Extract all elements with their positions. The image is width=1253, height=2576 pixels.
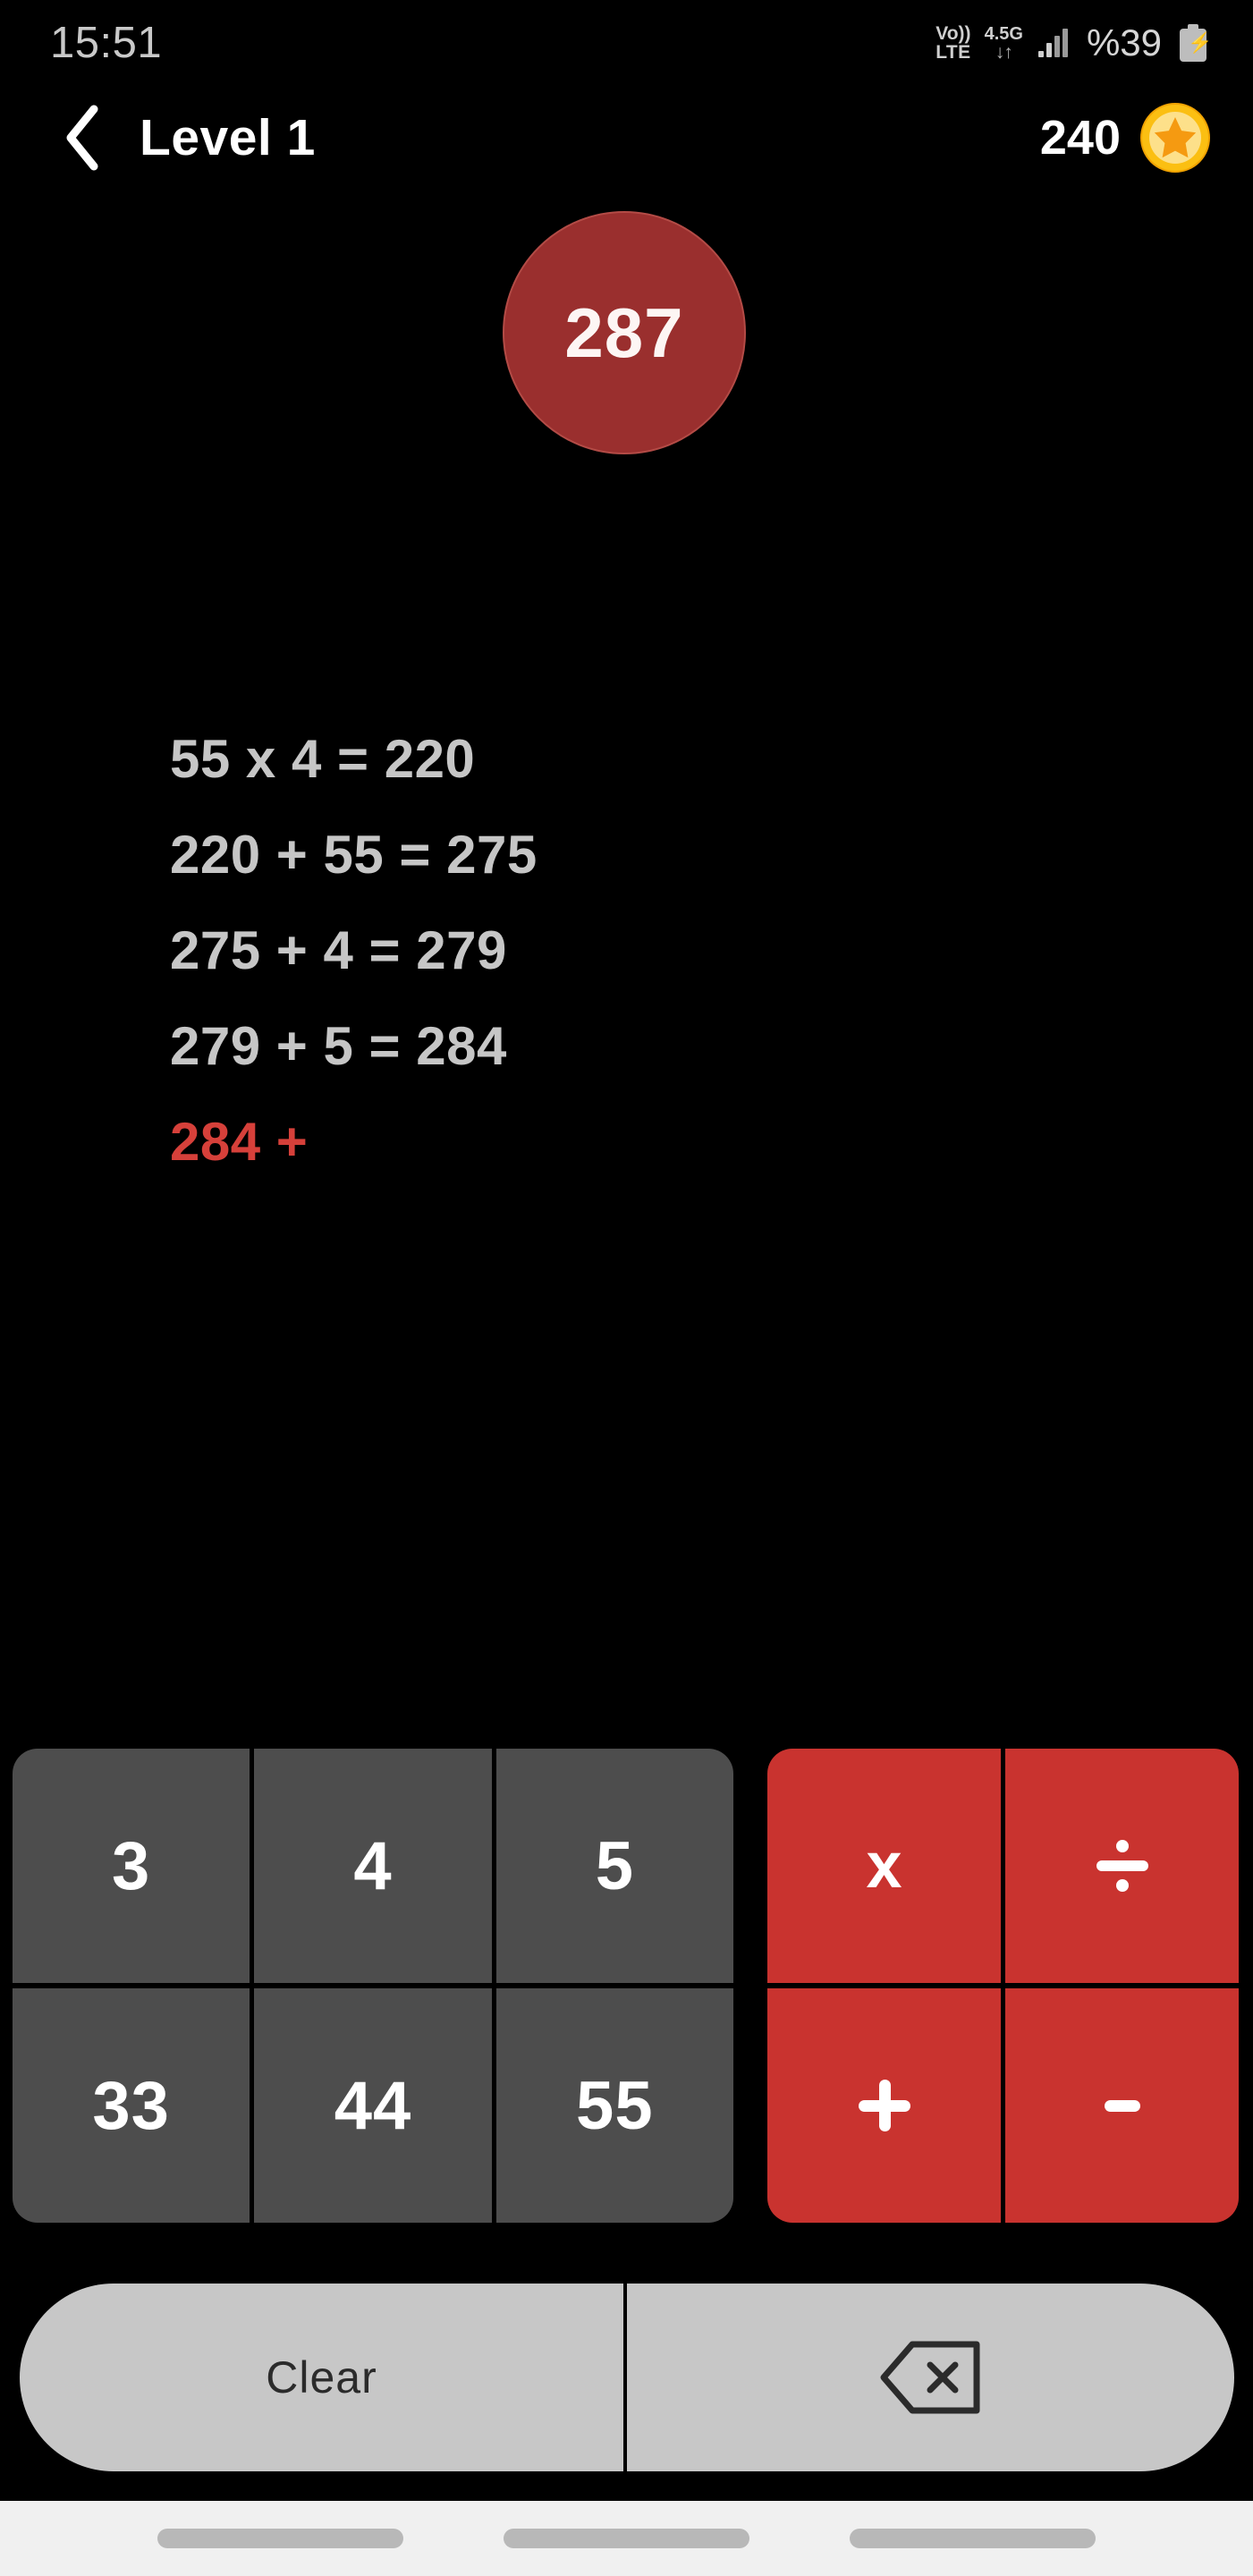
operator-key-multiply[interactable]: x: [767, 1749, 1001, 1983]
equation-row: 275 + 4 = 279: [170, 920, 507, 980]
operator-key-divide[interactable]: [1005, 1749, 1239, 1983]
operator-keys-group: x: [767, 1749, 1239, 2223]
status-clock: 15:51: [50, 19, 163, 67]
app-header: Level 1 240: [0, 86, 1253, 190]
equation-row-current: 284 +: [170, 1112, 309, 1172]
multiply-glyph-icon: x: [866, 1830, 902, 1902]
number-key-44[interactable]: 44: [254, 1988, 492, 2223]
network-type-label: 4.5G: [984, 23, 1023, 44]
data-arrows-icon: ↓↑: [995, 41, 1013, 63]
backspace-button[interactable]: [627, 2284, 1234, 2471]
nav-home-button[interactable]: [504, 2529, 749, 2548]
target-number-circle: 287: [503, 211, 746, 454]
back-button[interactable]: [50, 102, 114, 174]
number-key-5[interactable]: 5: [495, 1749, 733, 1983]
score-display: 240: [1040, 103, 1210, 173]
signal-bars-icon: [1037, 29, 1068, 57]
divide-glyph-icon: [1096, 1840, 1148, 1892]
equation-row: 55 x 4 = 220: [170, 729, 476, 789]
volte-label-top: Vo)): [936, 23, 971, 44]
status-indicators: Vo)) LTE 4.5G ↓↑ %39 ⚡: [936, 21, 1212, 64]
equation-row: 220 + 55 = 275: [170, 825, 538, 885]
battery-percent-label: %39: [1086, 21, 1162, 64]
star-coin-icon: [1140, 103, 1210, 173]
number-keys-group: 3 4 5 33 44 55: [13, 1749, 733, 2223]
page-title: Level 1: [140, 109, 316, 166]
minus-glyph-icon: [1104, 2099, 1140, 2112]
operator-key-minus[interactable]: [1005, 1988, 1239, 2223]
battery-charging-icon: ⚡: [1180, 24, 1212, 62]
clear-button[interactable]: Clear: [20, 2284, 627, 2471]
volte-icon: Vo)) LTE: [936, 24, 970, 62]
status-bar: 15:51 Vo)) LTE 4.5G ↓↑ %39 ⚡: [0, 0, 1253, 86]
game-screen: 15:51 Vo)) LTE 4.5G ↓↑ %39 ⚡: [0, 0, 1253, 2576]
keypad: 3 4 5 33 44 55 x: [0, 1749, 1253, 2223]
target-number-value: 287: [564, 292, 684, 372]
action-bar: Clear: [20, 2284, 1234, 2471]
number-key-3[interactable]: 3: [13, 1749, 250, 1983]
backspace-icon: [880, 2341, 979, 2414]
back-chevron-icon: [66, 105, 98, 171]
score-value: 240: [1039, 111, 1121, 165]
clear-button-label: Clear: [266, 2352, 377, 2402]
network-type-icon: 4.5G ↓↑: [985, 25, 1023, 62]
number-key-4[interactable]: 4: [254, 1749, 492, 1983]
equation-history-list: 55 x 4 = 220 220 + 55 = 275 275 + 4 = 279 2…: [170, 711, 1064, 1190]
operator-key-plus[interactable]: [767, 1988, 1001, 2223]
plus-glyph-icon: [858, 2080, 910, 2131]
number-key-55[interactable]: 55: [495, 1988, 733, 2223]
nav-back-button[interactable]: [850, 2529, 1096, 2548]
nav-recents-button[interactable]: [157, 2529, 403, 2548]
volte-label-bottom: LTE: [936, 42, 971, 63]
equation-row: 279 + 5 = 284: [170, 1016, 507, 1076]
number-key-33[interactable]: 33: [13, 1988, 250, 2223]
system-nav-bar: [0, 2501, 1253, 2576]
